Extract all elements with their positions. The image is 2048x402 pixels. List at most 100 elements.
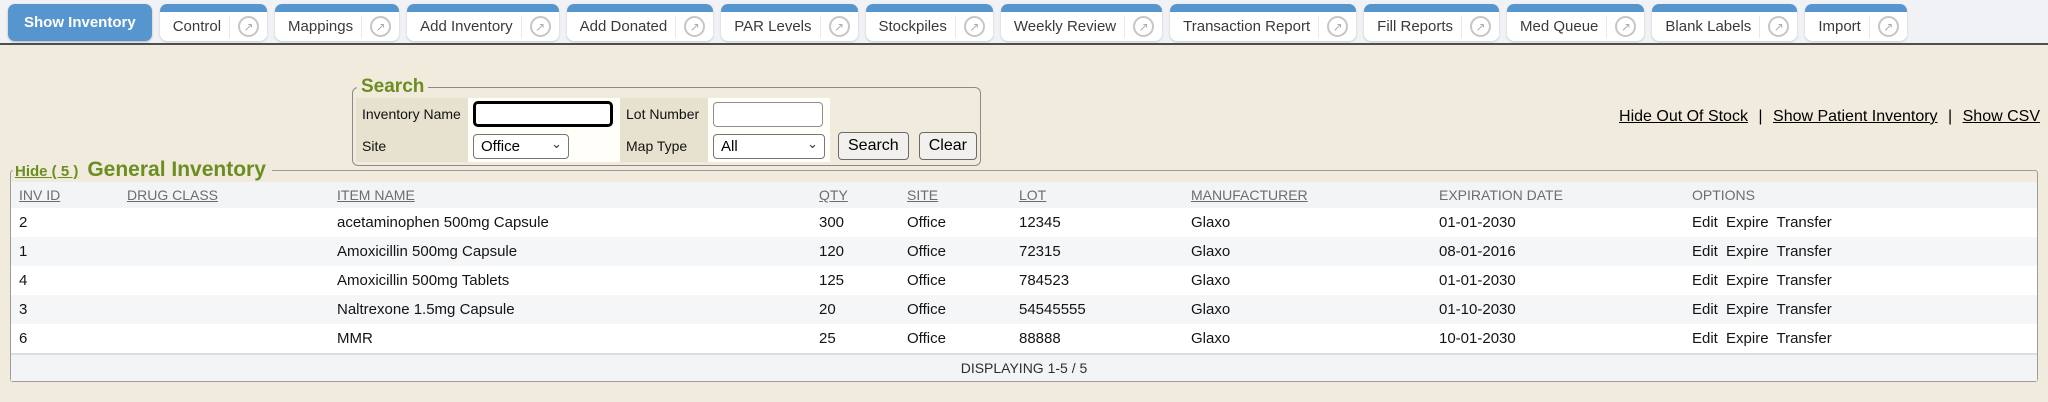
cell-options: Edit Expire Transfer [1684, 208, 2037, 237]
tab-divider [229, 16, 230, 38]
tab-fill-reports[interactable]: Fill Reports ↗ [1364, 4, 1499, 41]
popout-icon[interactable]: ↗ [1327, 16, 1348, 37]
edit-link[interactable]: Edit [1692, 272, 1718, 289]
cell-options: Edit Expire Transfer [1684, 295, 2037, 324]
column-header-qty[interactable]: QTY [819, 187, 848, 203]
tab-stockpiles[interactable]: Stockpiles ↗ [866, 4, 993, 41]
cell-expiration-date: 01-01-2030 [1431, 208, 1684, 237]
expire-link[interactable]: Expire [1726, 243, 1769, 260]
expire-link[interactable]: Expire [1726, 214, 1769, 231]
tab-label: Add Inventory [420, 18, 513, 35]
tab-weekly-review[interactable]: Weekly Review ↗ [1001, 4, 1162, 41]
column-header-options: OPTIONS [1692, 187, 1755, 203]
tab-divider [1124, 16, 1125, 38]
lot-number-label: Lot Number [620, 98, 708, 130]
popout-icon[interactable]: ↗ [1768, 16, 1789, 37]
cell-site: Office [899, 295, 1011, 324]
expire-link[interactable]: Expire [1726, 330, 1769, 347]
column-header-lot[interactable]: LOT [1019, 187, 1046, 203]
transfer-link[interactable]: Transfer [1776, 330, 1831, 347]
popout-icon[interactable]: ↗ [684, 16, 705, 37]
cell-inv-id: 4 [11, 266, 119, 295]
popout-icon[interactable]: ↗ [370, 16, 391, 37]
popout-icon[interactable]: ↗ [829, 16, 850, 37]
link-separator: | [1758, 108, 1762, 125]
transfer-link[interactable]: Transfer [1776, 214, 1831, 231]
popout-icon[interactable]: ↗ [1878, 16, 1899, 37]
hide-out-of-stock-link[interactable]: Hide Out Of Stock [1619, 108, 1748, 125]
lot-number-input[interactable] [713, 102, 823, 127]
tab-par-levels[interactable]: PAR Levels ↗ [721, 4, 857, 41]
site-select[interactable]: Office ⌄ [473, 134, 569, 159]
table-footer-row: DISPLAYING 1-5 / 5 [11, 354, 2037, 381]
transfer-link[interactable]: Transfer [1776, 301, 1831, 318]
tab-label: Med Queue [1520, 18, 1598, 35]
popout-icon[interactable]: ↗ [530, 16, 551, 37]
tab-blank-labels[interactable]: Blank Labels ↗ [1652, 4, 1797, 41]
show-csv-link[interactable]: Show CSV [1963, 108, 2040, 125]
tab-divider [1318, 16, 1319, 38]
show-patient-inventory-link[interactable]: Show Patient Inventory [1773, 108, 1938, 125]
table-header-row: INV ID DRUG CLASS ITEM NAME QTY SITE LOT… [11, 182, 2037, 208]
cell-site: Office [899, 324, 1011, 354]
tab-divider [1759, 16, 1760, 38]
column-header-item-name[interactable]: ITEM NAME [337, 187, 415, 203]
transfer-link[interactable]: Transfer [1776, 243, 1831, 260]
clear-button[interactable]: Clear [919, 132, 977, 160]
edit-link[interactable]: Edit [1692, 330, 1718, 347]
tab-top-strip [721, 4, 857, 12]
hide-section-link[interactable]: Hide ( 5 ) [15, 163, 78, 180]
tab-label: Transaction Report [1183, 18, 1310, 35]
map-type-select[interactable]: All ⌄ [713, 134, 825, 159]
cell-site: Office [899, 237, 1011, 266]
tab-divider [361, 16, 362, 38]
cell-qty: 20 [811, 295, 899, 324]
tab-top-strip [1001, 4, 1162, 12]
popout-icon[interactable]: ↗ [1470, 16, 1491, 37]
tab-med-queue[interactable]: Med Queue ↗ [1507, 4, 1644, 41]
cell-site: Office [899, 208, 1011, 237]
expire-link[interactable]: Expire [1726, 301, 1769, 318]
cell-lot: 784523 [1011, 266, 1183, 295]
tab-top-strip [1170, 4, 1356, 12]
tab-top-strip [1507, 4, 1644, 12]
tab-mappings[interactable]: Mappings ↗ [275, 4, 399, 41]
tab-control[interactable]: Control ↗ [160, 4, 267, 41]
edit-link[interactable]: Edit [1692, 301, 1718, 318]
link-separator: | [1948, 108, 1952, 125]
column-header-site[interactable]: SITE [907, 187, 938, 203]
tab-label: Blank Labels [1665, 18, 1751, 35]
tab-top-strip [407, 4, 559, 12]
table-row: 6 MMR 25 Office 88888 Glaxo 10-01-2030 E… [11, 324, 2037, 354]
chevron-down-icon: ⌄ [551, 136, 562, 152]
tab-label: PAR Levels [734, 18, 811, 35]
inventory-name-input[interactable] [473, 101, 613, 127]
table-row: 1 Amoxicillin 500mg Capsule 120 Office 7… [11, 237, 2037, 266]
cell-item-name: MMR [329, 324, 811, 354]
transfer-link[interactable]: Transfer [1776, 272, 1831, 289]
cell-expiration-date: 01-01-2030 [1431, 266, 1684, 295]
cell-expiration-date: 01-10-2030 [1431, 295, 1684, 324]
edit-link[interactable]: Edit [1692, 214, 1718, 231]
search-button[interactable]: Search [838, 132, 909, 160]
popout-icon[interactable]: ↗ [1133, 16, 1154, 37]
cell-options: Edit Expire Transfer [1684, 237, 2037, 266]
tab-transaction-report[interactable]: Transaction Report ↗ [1170, 4, 1356, 41]
column-header-manufacturer[interactable]: MANUFACTURER [1191, 187, 1308, 203]
cell-manufacturer: Glaxo [1183, 237, 1431, 266]
tab-add-inventory[interactable]: Add Inventory ↗ [407, 4, 559, 41]
popout-icon[interactable]: ↗ [964, 16, 985, 37]
search-row-1-spacer [830, 98, 977, 130]
edit-link[interactable]: Edit [1692, 243, 1718, 260]
popout-icon[interactable]: ↗ [1615, 16, 1636, 37]
cell-manufacturer: Glaxo [1183, 266, 1431, 295]
tab-show-inventory[interactable]: Show Inventory [8, 4, 152, 41]
column-header-inv-id[interactable]: INV ID [19, 187, 60, 203]
tab-add-donated[interactable]: Add Donated ↗ [567, 4, 714, 41]
tab-import[interactable]: Import ↗ [1805, 4, 1907, 41]
expire-link[interactable]: Expire [1726, 272, 1769, 289]
search-row-1: Inventory Name Lot Number [356, 98, 977, 130]
popout-icon[interactable]: ↗ [238, 16, 259, 37]
tab-divider [820, 16, 821, 38]
column-header-drug-class[interactable]: DRUG CLASS [127, 187, 218, 203]
